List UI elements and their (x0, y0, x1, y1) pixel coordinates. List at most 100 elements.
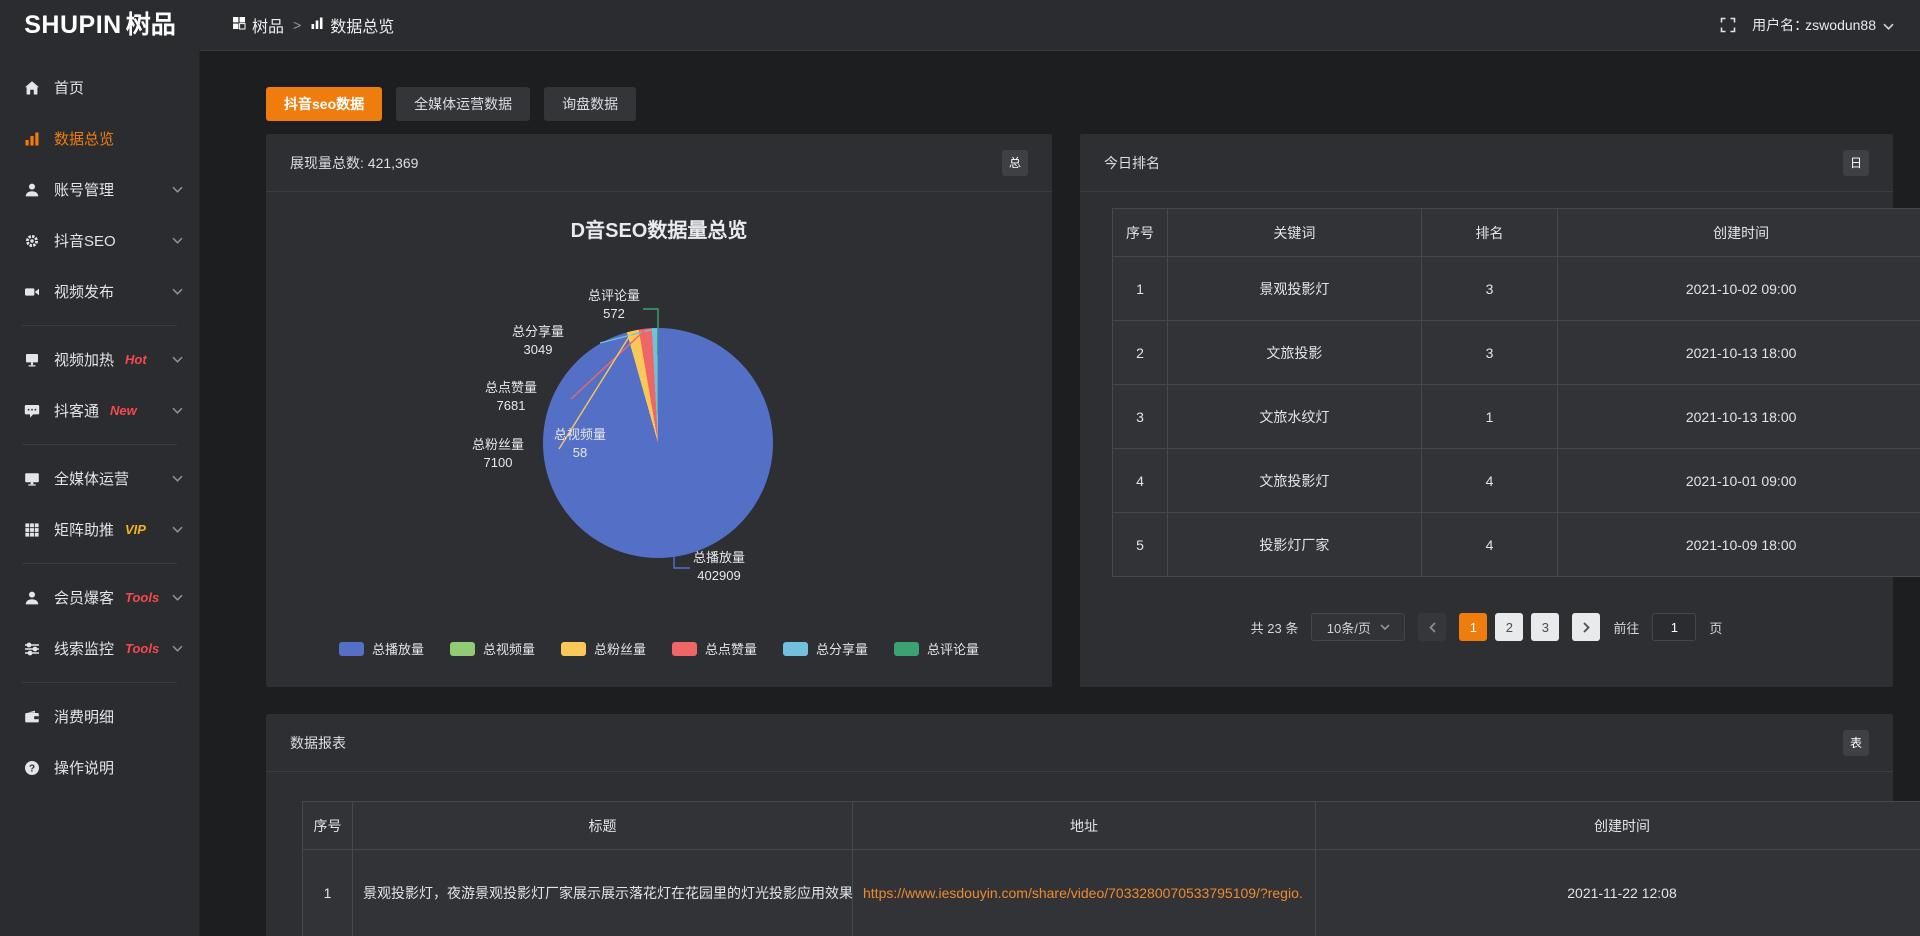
svg-text:?: ? (29, 763, 35, 774)
breadcrumb-separator: > (293, 17, 301, 33)
table-cell: 3 (1421, 257, 1558, 321)
report-table-body: 1景观投影灯，夜游景观投影灯厂家展示展示落花灯在花园里的灯光投影应用效果 #ht… (303, 850, 1920, 936)
rank-col-header: 创建时间 (1558, 209, 1920, 257)
sidebar-item-label: 抖客通 (54, 400, 99, 421)
page-button-2[interactable]: 2 (1495, 613, 1523, 641)
table-cell: 文旅投影 (1168, 321, 1422, 385)
legend-item-总点赞量[interactable]: 总点赞量 (672, 639, 757, 658)
table-row: 1景观投影灯32021-10-02 09:00 (1113, 257, 1920, 321)
legend-swatch (672, 642, 697, 656)
table-cell: 文旅投影灯 (1168, 449, 1422, 513)
sidebar-item-数据总览[interactable]: 数据总览 (0, 113, 199, 164)
video-camera-icon (24, 284, 41, 300)
sidebar-item-label: 抖音SEO (54, 230, 116, 251)
sidebar-badge: Tools (125, 641, 159, 656)
sidebar-badge: Hot (125, 352, 147, 367)
username-label: 用户名： (1752, 15, 1808, 35)
legend-item-总评论量[interactable]: 总评论量 (894, 639, 979, 658)
sidebar-item-矩阵助推[interactable]: 矩阵助推VIP (0, 504, 199, 555)
tab-抖音seo数据[interactable]: 抖音seo数据 (266, 87, 382, 121)
main-content: 抖音seo数据全媒体运营数据询盘数据 展现量总数: 421,369 总 D音SE… (200, 50, 1920, 936)
rank-col-header: 序号 (1113, 209, 1168, 257)
table-row: 1景观投影灯，夜游景观投影灯厂家展示展示落花灯在花园里的灯光投影应用效果 #ht… (303, 850, 1920, 936)
breadcrumb-home[interactable]: 树品 (232, 13, 284, 37)
legend-item-总视频量[interactable]: 总视频量 (450, 639, 535, 658)
legend-item-总播放量[interactable]: 总播放量 (339, 639, 424, 658)
chevron-right-icon (1583, 622, 1590, 633)
sidebar-item-消费明细[interactable]: 消费明细 (0, 691, 199, 742)
tab-询盘数据[interactable]: 询盘数据 (544, 87, 636, 121)
sidebar-divider (22, 682, 177, 683)
breadcrumb-current[interactable]: 数据总览 (310, 13, 394, 37)
sidebar-divider (22, 444, 177, 445)
total-view-button[interactable]: 总 (1002, 150, 1028, 176)
goto-suffix: 页 (1709, 618, 1722, 637)
video-link[interactable]: https://www.iesdouyin.com/share/video/70… (863, 885, 1303, 901)
logo-text-cn: 树品 (126, 13, 176, 38)
chart-legend: 总播放量 总视频量 总粉丝量 总点赞量 总分享量 总评论量 (266, 639, 1052, 658)
tab-全媒体运营数据[interactable]: 全媒体运营数据 (396, 87, 530, 121)
legend-item-总分享量[interactable]: 总分享量 (783, 639, 868, 658)
table-view-button[interactable]: 表 (1843, 730, 1869, 756)
sidebar-item-会员爆客[interactable]: 会员爆客Tools (0, 572, 199, 623)
sidebar-badge: VIP (125, 522, 146, 537)
home-icon (24, 80, 41, 96)
sidebar-item-抖客通[interactable]: 抖客通New (0, 385, 199, 436)
sidebar-item-线索监控[interactable]: 线索监控 Tools (0, 623, 199, 674)
table-cell: 2021-10-09 18:00 (1558, 513, 1920, 577)
chevron-down-icon (172, 645, 183, 652)
sidebar-item-label: 首页 (54, 77, 84, 98)
rank-table: 序号关键词排名创建时间 1景观投影灯32021-10-02 09:002文旅投影… (1112, 208, 1920, 577)
sidebar-item-label: 操作说明 (54, 757, 114, 778)
grid-icon (24, 522, 41, 538)
breadcrumb: 树品 > 数据总览 (232, 13, 394, 37)
gear-icon (24, 233, 41, 249)
today-rank-panel: 今日排名 日 序号关键词排名创建时间 1景观投影灯32021-10-02 09:… (1080, 134, 1893, 687)
chevron-down-icon (172, 526, 183, 533)
bar-chart-icon (24, 131, 41, 147)
table-cell: 5 (1113, 513, 1168, 577)
sidebar-item-label: 线索监控 (54, 638, 114, 659)
user-menu[interactable]: 用户名：zswodun88 (1752, 15, 1894, 35)
sidebar-item-label: 数据总览 (54, 128, 114, 149)
sidebar-item-label: 视频发布 (54, 281, 114, 302)
prev-page-button[interactable] (1418, 613, 1446, 641)
page-buttons: 123 (1459, 613, 1559, 641)
sidebar-item-全媒体运营[interactable]: 全媒体运营 (0, 453, 199, 504)
username-value: zswodun88 (1805, 17, 1876, 33)
chevron-down-icon (172, 237, 183, 244)
sidebar-item-label: 会员爆客 (54, 587, 114, 608)
goto-page-input[interactable] (1652, 613, 1696, 641)
callout-comments: 总评论量572 (554, 287, 674, 323)
screen-icon (24, 352, 41, 368)
sidebar-item-视频发布[interactable]: 视频发布 (0, 266, 199, 317)
report-cell-url: https://www.iesdouyin.com/share/video/70… (853, 850, 1316, 936)
app-logo[interactable]: SHUPIN 树品 (0, 13, 200, 38)
fullscreen-icon[interactable] (1720, 17, 1736, 33)
sidebar-item-label: 消费明细 (54, 706, 114, 727)
chevron-down-icon (1380, 624, 1390, 630)
chat-icon (24, 403, 41, 419)
rank-table-body: 1景观投影灯32021-10-02 09:002文旅投影32021-10-13 … (1113, 257, 1920, 577)
sidebar-item-视频加热[interactable]: 视频加热Hot (0, 334, 199, 385)
report-col-header: 序号 (303, 802, 353, 850)
sidebar-item-抖音SEO[interactable]: 抖音SEO (0, 215, 199, 266)
page-button-3[interactable]: 3 (1531, 613, 1559, 641)
chevron-down-icon (172, 475, 183, 482)
report-table: 序号标题地址创建时间 1景观投影灯，夜游景观投影灯厂家展示展示落花灯在花园里的灯… (302, 801, 1920, 936)
sidebar-item-账号管理[interactable]: 账号管理 (0, 164, 199, 215)
day-view-button[interactable]: 日 (1843, 150, 1869, 176)
next-page-button[interactable] (1572, 613, 1600, 641)
table-cell: 2 (1113, 321, 1168, 385)
page-button-1[interactable]: 1 (1459, 613, 1487, 641)
page-size-select[interactable]: 10条/页 (1311, 613, 1405, 641)
sidebar-item-操作说明[interactable]: ? 操作说明 (0, 742, 199, 793)
table-cell: 2021-10-02 09:00 (1558, 257, 1920, 321)
sidebar-item-首页[interactable]: 首页 (0, 62, 199, 113)
callout-plays: 总播放量402909 (659, 549, 779, 585)
goto-label: 前往 (1613, 618, 1639, 637)
sliders-icon (24, 641, 41, 657)
legend-item-总粉丝量[interactable]: 总粉丝量 (561, 639, 646, 658)
legend-swatch (450, 642, 475, 656)
chevron-down-icon (1883, 17, 1894, 33)
